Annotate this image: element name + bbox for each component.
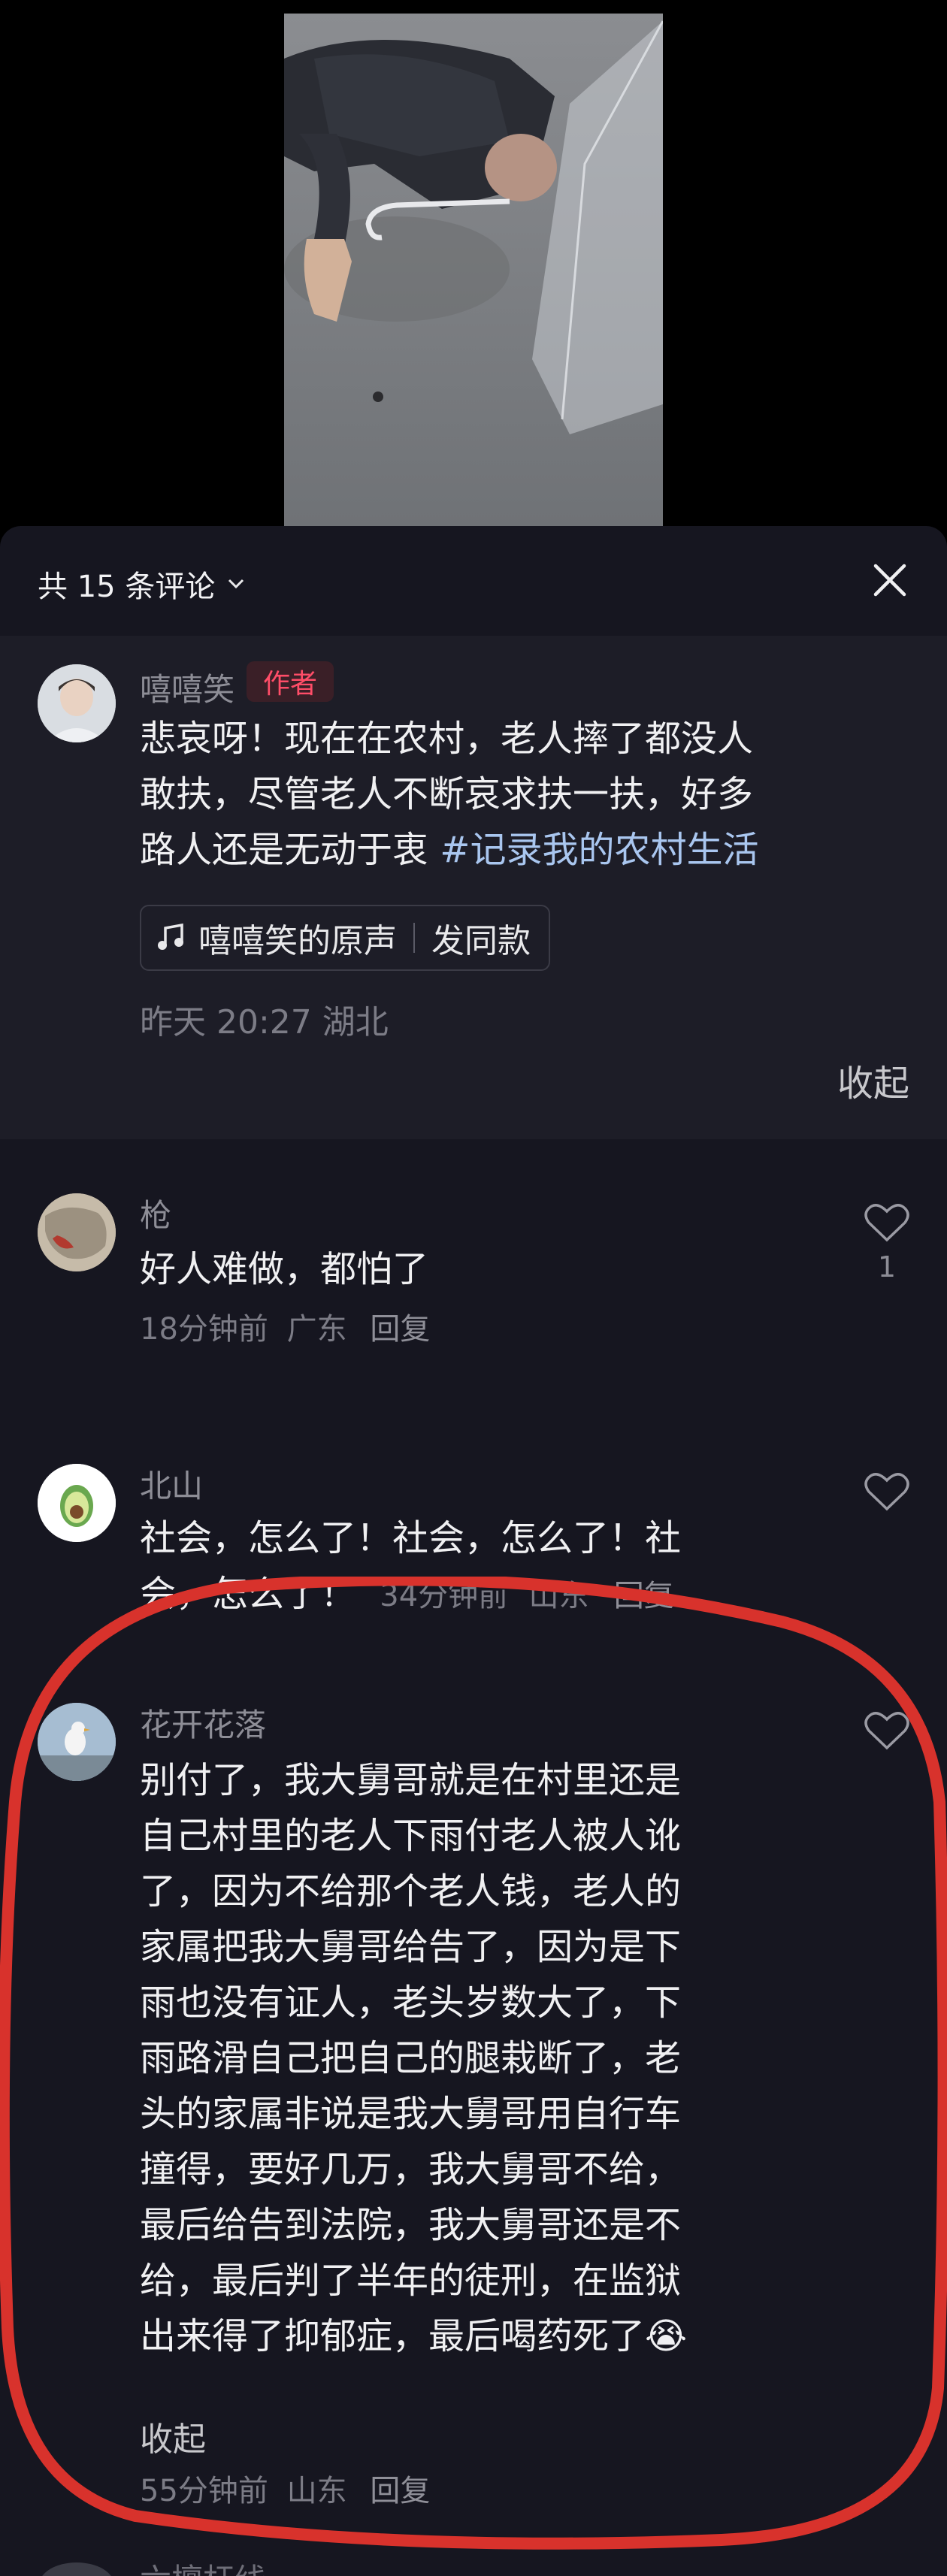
like-button[interactable] (863, 1471, 911, 1512)
comment-location: 广东 (286, 1312, 347, 1347)
chip-divider (413, 923, 415, 953)
avatar[interactable] (38, 664, 116, 742)
same-style-button[interactable]: 发同款 (431, 914, 531, 962)
original-sound-chip[interactable]: 嘻嘻笑的原声 发同款 (140, 905, 550, 971)
reply-button[interactable]: 回复 (614, 1579, 674, 1613)
heart-icon (864, 1712, 909, 1750)
author-comment: 嘻嘻笑 作者 悲哀呀！现在在农村，老人摔了都没人 敢扶，尽管老人不断哀求扶一扶，… (0, 636, 947, 1139)
comment-text-line: 出来得了抑郁症，最后喝药死了😭 (140, 2315, 688, 2357)
username[interactable]: 枪 (140, 1190, 171, 1236)
close-button[interactable] (869, 559, 911, 601)
comment-text-line: 最后给告到法院，我大舅哥还是不 (140, 2204, 682, 2246)
comment-text-segment: 路人还是无动于衷 (140, 829, 440, 871)
comment-text: 好人难做，都怕了 (140, 1248, 429, 1290)
collapse-button[interactable]: 收起 (140, 2412, 206, 2460)
comment-time: 34分钟前 (380, 1579, 509, 1613)
like-button[interactable] (863, 1710, 911, 1751)
avatar-person-image (38, 664, 116, 742)
reply-button[interactable]: 回复 (370, 2474, 430, 2508)
close-icon (873, 564, 906, 597)
comment-count-label: 共 15 条评论 (38, 570, 216, 604)
comment-text-line: 路人还是无动于衷 #记录我的农村生活 (140, 822, 921, 878)
sound-label: 嘻嘻笑的原声 (198, 922, 397, 960)
comment-text-line: 雨也没有证人，老头岁数大了，下 (140, 1982, 682, 2024)
avatar[interactable] (38, 1464, 116, 1542)
comment-text-line: 别付了，我大舅哥就是在村里还是 (140, 1759, 682, 1801)
comment-text: 悲哀呀！现在在农村，老人摔了都没人 敢扶，尽管老人不断哀求扶一扶，好多 路人还是… (140, 711, 921, 878)
avatar-bird-image (38, 1703, 116, 1781)
comment-text-segment: 会，怎么了！ (140, 1573, 357, 1615)
comment-text-line: 敢扶，尽管老人不断哀求扶一扶，好多 (140, 773, 754, 815)
comment-text-line: 悲哀呀！现在在农村，老人摔了都没人 (140, 718, 754, 760)
comment-text-line: 会，怎么了！ 34分钟前 山东 回复 (140, 1566, 816, 1624)
like-button[interactable]: 1 (863, 1202, 911, 1283)
music-note-icon (158, 923, 183, 950)
video-scene-illustration (284, 14, 663, 528)
username[interactable]: 花开花落 (140, 1700, 266, 1746)
avatar-avocado-image (38, 1464, 116, 1542)
next-comment-avatar[interactable] (39, 2562, 114, 2576)
avatar[interactable] (38, 1193, 116, 1271)
username[interactable]: 嘻嘻笑 (140, 664, 234, 710)
comment-time: 55分钟前 (140, 2474, 268, 2508)
comment-text-line: 家属把我大舅哥给告了，因为是下 (140, 1926, 682, 1968)
comment-text-line: 给，最后判了半年的徒刑，在监狱 (140, 2260, 682, 2302)
heart-icon (864, 1473, 909, 1511)
comment-text: 社会，怎么了！社会，怎么了！社 会，怎么了！ 34分钟前 山东 回复 (140, 1510, 816, 1624)
comment-count-title[interactable]: 共 15 条评论 (38, 562, 247, 606)
avatar-animal-image (38, 1193, 116, 1271)
comment-meta: 55分钟前 山东 回复 (140, 2466, 430, 2510)
comment-text-line: 社会，怎么了！社会，怎么了！社 (140, 1517, 682, 1559)
comment-sheet-header: 共 15 条评论 (0, 526, 947, 636)
comment-text: 别付了，我大舅哥就是在村里还是 自己村里的老人下雨付老人被人讹 了，因为不给那个… (140, 1752, 816, 2364)
time-location: 昨天 20:27 湖北 (140, 1003, 389, 1042)
comment-time: 18分钟前 (140, 1312, 268, 1347)
heart-icon (864, 1204, 909, 1242)
video-area[interactable] (0, 0, 947, 528)
next-comment-username[interactable]: 六檀杆线 (140, 2555, 266, 2576)
comment-text-line: 自己村里的老人下雨付老人被人讹 (140, 1815, 682, 1857)
comment-text-line: 了，因为不给那个老人钱，老人的 (140, 1870, 682, 1912)
like-count: 1 (877, 1250, 897, 1283)
comment-text-line: 雨路滑自己把自己的腿栽断了，老 (140, 2037, 682, 2079)
reply-button[interactable]: 回复 (370, 1312, 430, 1347)
collapse-button[interactable]: 收起 (837, 1054, 909, 1106)
comment-sheet: 共 15 条评论 嘻嘻笑 作者 悲哀呀！现在在农村，老人摔了都没人 敢扶，尽管老… (0, 526, 947, 2576)
comment-text-line: 头的家属非说是我大舅哥用自行车 (140, 2093, 682, 2135)
username[interactable]: 北山 (140, 1461, 203, 1507)
hashtag-link[interactable]: #记录我的农村生活 (440, 829, 758, 871)
avatar[interactable] (38, 1703, 116, 1781)
comment-meta: 18分钟前 广东 回复 (140, 1305, 430, 1348)
comment-text-line: 撞得，要好几万，我大舅哥不给， (140, 2148, 682, 2191)
comment-location: 山东 (286, 2474, 347, 2508)
author-badge: 作者 (247, 661, 334, 702)
video-thumbnail[interactable] (284, 14, 663, 528)
comment-location: 山东 (528, 1579, 589, 1613)
chevron-down-icon (228, 579, 244, 589)
